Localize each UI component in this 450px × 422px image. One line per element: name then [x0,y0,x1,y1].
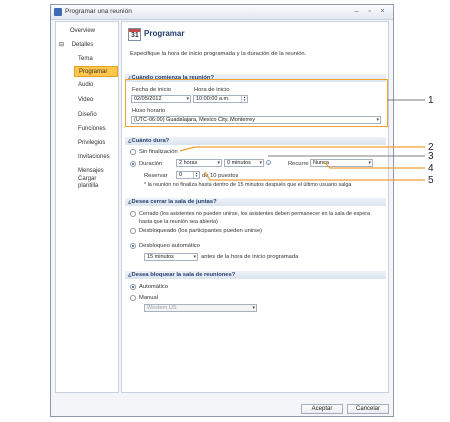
closed-radio[interactable] [130,211,136,217]
page-title: Programar [144,29,185,38]
duration-hours-select[interactable]: 2 horas ▾ [176,159,222,167]
dropdown-arrow-icon[interactable]: ▾ [259,160,262,166]
window-title: Programar una reunión [65,8,132,15]
app-icon [54,8,62,16]
callout-5: 5 [428,175,434,186]
dropdown-arrow-icon[interactable]: ▾ [252,305,255,311]
closed-label: Cerrado (los asistentes no pueden unirse… [139,211,371,217]
reserve-seats-stepper[interactable]: 0 ▲ ▼ [176,171,200,179]
section-lock-room-header: ¿Desea bloquear la sala de reuniones? [125,271,386,279]
info-icon[interactable]: i [266,160,271,166]
spinner-icon[interactable]: ▲ ▼ [193,172,199,178]
accept-button[interactable]: Aceptar [301,404,343,414]
sidebar-item-privilegios[interactable]: Privilegios [78,138,105,149]
dropdown-arrow-icon[interactable]: ▾ [368,160,371,166]
sidebar-item-invitaciones[interactable]: Invitaciones [78,152,110,163]
sidebar-item-detalles[interactable]: ⊟ Detalles [59,40,93,51]
sidebar-item-diseno[interactable]: Diseño [78,110,97,121]
dropdown-arrow-icon[interactable]: ▾ [217,160,220,166]
auto-unlock-label: Desbloqueo automático [139,243,200,249]
duration-note: * la reunión no finaliza hasta dentro de… [144,182,352,188]
sidebar-item-audio[interactable]: Audio [78,80,93,91]
section-close-room-header: ¿Desea cerrar la sala de juntas? [125,198,386,206]
duration-radio[interactable] [130,161,136,167]
sidebar-item-overview[interactable]: Overview [70,26,95,37]
cancel-button[interactable]: Cancelar [347,404,389,414]
close-icon[interactable]: × [377,7,388,16]
schedule-meeting-window: Programar una reunión – ▫ × Overview ⊟ D… [50,4,394,417]
reserve-label: Reservar [144,173,168,179]
lock-manual-label: Manual [139,295,159,301]
collapse-icon[interactable]: ⊟ [59,42,64,48]
closed-label-cont: hasta que la reunión sea abierta) [139,219,218,225]
reserve-suffix: de 10 puestos [202,173,239,179]
lock-timezone-select[interactable]: Western US ▾ [144,304,257,312]
recurs-select[interactable]: Nunca ▾ [310,159,373,167]
sidebar-item-cargar-plantilla[interactable]: Cargar plantilla [78,176,114,189]
page-description: Especifique la hora de inicio programada… [130,51,307,57]
section-duration-header: ¿Cuánto dura? [125,137,386,145]
dropdown-arrow-icon[interactable]: ▾ [193,254,196,260]
callout-1: 1 [428,95,434,106]
auto-unlock-radio[interactable] [130,243,136,249]
callout-box-start [125,79,388,127]
no-end-radio[interactable] [130,149,136,155]
calendar-icon: 31 [128,28,141,41]
sidebar-item-video[interactable]: Video [78,95,93,106]
sidebar-item-funciones[interactable]: Funciones [78,124,106,135]
lock-auto-label: Automático [139,284,168,290]
maximize-icon[interactable]: ▫ [364,7,375,16]
lock-auto-radio[interactable] [130,284,136,290]
title-bar: Programar una reunión – ▫ × [51,5,393,20]
unlocked-label: Desbloqueado (los participantes pueden u… [139,228,263,234]
auto-unlock-suffix: antes de la hora de inicio programada [201,254,299,260]
settings-sidebar: Overview ⊟ Detalles Tema Programar Audio… [55,21,119,393]
sidebar-item-tema[interactable]: Tema [78,54,93,65]
auto-unlock-minutes-select[interactable]: 15 minutos ▾ [144,253,198,261]
schedule-panel: 31 Programar Especifique la hora de inic… [121,21,389,393]
duration-label: Duración [139,161,163,167]
callout-3: 3 [428,151,434,162]
lock-manual-radio[interactable] [130,295,136,301]
callout-4: 4 [428,163,434,174]
sidebar-item-programar[interactable]: Programar [74,66,118,77]
recurs-label: Recurre [288,161,309,167]
duration-minutes-select[interactable]: 0 minutos ▾ [224,159,264,167]
unlocked-radio[interactable] [130,228,136,234]
no-end-label: Sin finalización [139,149,178,155]
minimize-icon[interactable]: – [351,7,362,16]
